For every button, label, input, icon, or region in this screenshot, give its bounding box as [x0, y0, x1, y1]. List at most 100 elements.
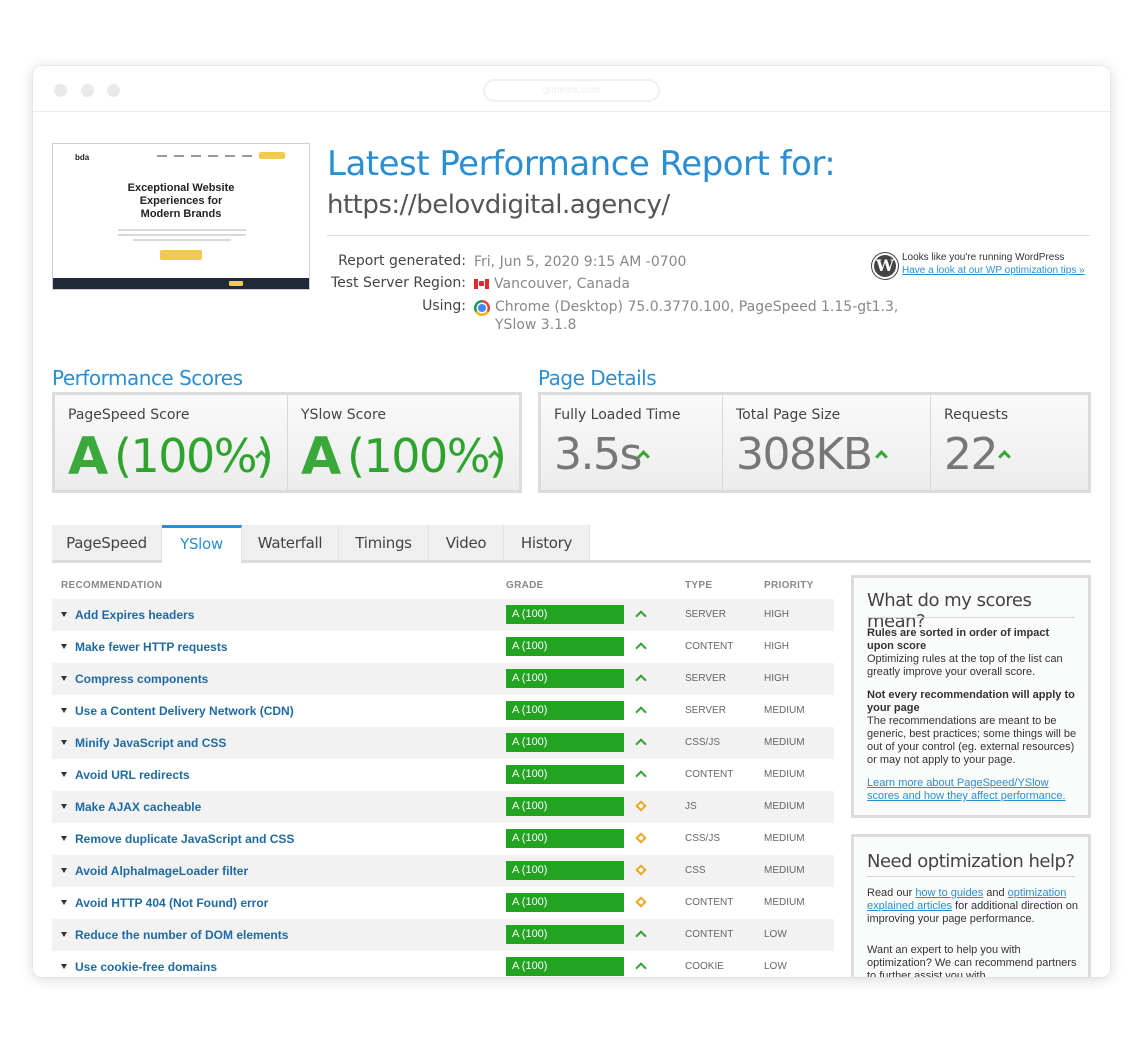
maximize-dot[interactable] [107, 84, 120, 97]
learn-more-link[interactable]: Learn more about PageSpeed/YSlow scores … [867, 777, 1066, 802]
title-bar: gtmetrix.com [33, 66, 1110, 112]
expand-caret-icon[interactable] [61, 708, 67, 713]
rule-priority: MEDIUM [764, 769, 805, 780]
address-bar[interactable]: gtmetrix.com [483, 79, 660, 102]
generated-value: Fri, Jun 5, 2020 9:15 AM -0700 [474, 254, 687, 270]
rule-type: COOKIE [685, 961, 724, 972]
rule-priority: HIGH [764, 641, 789, 652]
grade-bar: A (100) [506, 637, 624, 656]
rule-priority: MEDIUM [764, 705, 805, 716]
expand-caret-icon[interactable] [61, 964, 67, 969]
using-value-2: YSlow 3.1.8 [495, 317, 577, 333]
recommendation-name[interactable]: Avoid HTTP 404 (Not Found) error [75, 896, 268, 910]
rule-priority: MEDIUM [764, 833, 805, 844]
wordpress-tips-link[interactable]: Have a look at our WP optimization tips … [902, 265, 1085, 276]
recommendation-name[interactable]: Use cookie-free domains [75, 960, 217, 974]
table-row[interactable]: Minify JavaScript and CSS A (100) CSS/JS ME… [52, 727, 834, 759]
scores-help-p1: Rules are sorted in order of impact upon… [867, 627, 1079, 679]
rule-priority: LOW [764, 929, 787, 940]
recommendation-name[interactable]: Avoid URL redirects [75, 768, 190, 782]
rule-priority: HIGH [764, 673, 789, 684]
grade-bar: A (100) [506, 605, 624, 624]
table-row[interactable]: Add Expires headers A (100) SERVER HIGH [52, 599, 834, 631]
grade-bar: A (100) [506, 957, 624, 976]
rule-type: SERVER [685, 705, 726, 716]
table-row[interactable]: Make AJAX cacheable A (100) JS MEDIUM [52, 791, 834, 823]
table-row[interactable]: Reduce the number of DOM elements A (100)… [52, 919, 834, 951]
table-row[interactable]: Use cookie-free domains A (100) COOKIE LOW [52, 951, 834, 977]
thumbnail-text-line [118, 234, 246, 236]
minimize-dot[interactable] [81, 84, 94, 97]
recommendation-name[interactable]: Avoid AlphaImageLoader filter [75, 864, 248, 878]
expand-caret-icon[interactable] [61, 676, 67, 681]
expand-caret-icon[interactable] [61, 868, 67, 873]
expand-caret-icon[interactable] [61, 804, 67, 809]
table-row[interactable]: Avoid URL redirects A (100) CONTENT MEDIUM [52, 759, 834, 791]
expand-caret-icon[interactable] [61, 612, 67, 617]
tab-video[interactable]: Video [429, 525, 504, 560]
up-arrow-icon [635, 640, 647, 652]
header-grade[interactable]: GRADE [506, 580, 544, 591]
grade-bar: A (100) [506, 925, 624, 944]
tab-history[interactable]: History [504, 525, 590, 560]
table-row[interactable]: Avoid HTTP 404 (Not Found) error A (100) C… [52, 887, 834, 919]
recommendation-name[interactable]: Remove duplicate JavaScript and CSS [75, 832, 294, 846]
how-to-guides-link[interactable]: how to guides [915, 887, 983, 899]
header-type[interactable]: TYPE [685, 580, 712, 591]
tab-waterfall[interactable]: Waterfall [242, 525, 339, 560]
recommendation-name[interactable]: Reduce the number of DOM elements [75, 928, 288, 942]
up-arrow-icon [635, 768, 647, 780]
up-arrow-icon [999, 449, 1009, 459]
grade-bar: A (100) [506, 669, 624, 688]
header-priority[interactable]: PRIORITY [764, 580, 814, 591]
diamond-icon [635, 864, 647, 876]
recommendation-name[interactable]: Make AJAX cacheable [75, 800, 201, 814]
expand-caret-icon[interactable] [61, 836, 67, 841]
divider [327, 235, 1090, 236]
thumbnail-text-line [133, 239, 231, 241]
region-label: Test Server Region: [330, 275, 466, 291]
thumbnail-button [160, 250, 202, 260]
page-details-title: Page Details [538, 366, 657, 390]
table-row[interactable]: Use a Content Delivery Network (CDN) A (1… [52, 695, 834, 727]
pagespeed-grade: A [68, 427, 108, 487]
optimization-help-p2: Want an expert to help you with optimiza… [867, 944, 1077, 977]
table-row[interactable]: Compress components A (100) SERVER HIGH [52, 663, 834, 695]
table-row[interactable]: Avoid AlphaImageLoader filter A (100) CSS M… [52, 855, 834, 887]
divider [867, 876, 1075, 877]
grade-bar: A (100) [506, 829, 624, 848]
pagespeed-score-label: PageSpeed Score [68, 407, 190, 423]
recommendation-name[interactable]: Use a Content Delivery Network (CDN) [75, 704, 294, 718]
total-size-value: 308KB [736, 429, 873, 480]
tab-pagespeed[interactable]: PageSpeed [52, 525, 162, 560]
expand-caret-icon[interactable] [61, 740, 67, 745]
header-recommendation[interactable]: RECOMMENDATION [61, 580, 162, 591]
recommendation-name[interactable]: Add Expires headers [75, 608, 194, 622]
up-arrow-icon [256, 449, 266, 459]
tab-yslow[interactable]: YSlow [162, 525, 242, 563]
rule-type: CONTENT [685, 641, 734, 652]
diamond-icon [635, 896, 647, 908]
scores-help-panel: What do my scores mean? Rules are sorted… [851, 575, 1091, 818]
generated-label: Report generated: [338, 253, 466, 269]
yslow-score-label: YSlow Score [301, 407, 387, 423]
close-dot[interactable] [54, 84, 67, 97]
wordpress-icon: W [872, 253, 898, 279]
tab-timings[interactable]: Timings [339, 525, 429, 560]
recommendation-name[interactable]: Minify JavaScript and CSS [75, 736, 226, 750]
recommendation-name[interactable]: Make fewer HTTP requests [75, 640, 228, 654]
rule-type: SERVER [685, 609, 726, 620]
grade-bar: A (100) [506, 733, 624, 752]
thumbnail-logo: bda [75, 153, 90, 162]
expand-caret-icon[interactable] [61, 772, 67, 777]
expand-caret-icon[interactable] [61, 932, 67, 937]
table-row[interactable]: Remove duplicate JavaScript and CSS A (10… [52, 823, 834, 855]
table-row[interactable]: Make fewer HTTP requests A (100) CONTENT HI… [52, 631, 834, 663]
expand-caret-icon[interactable] [61, 900, 67, 905]
wordpress-notice: Looks like you're running WordPress [902, 252, 1065, 263]
requests: Requests 22 [930, 395, 1088, 490]
yslow-score: YSlow Score A (100%) [287, 395, 519, 490]
recommendation-name[interactable]: Compress components [75, 672, 208, 686]
up-arrow-icon [635, 608, 647, 620]
expand-caret-icon[interactable] [61, 644, 67, 649]
